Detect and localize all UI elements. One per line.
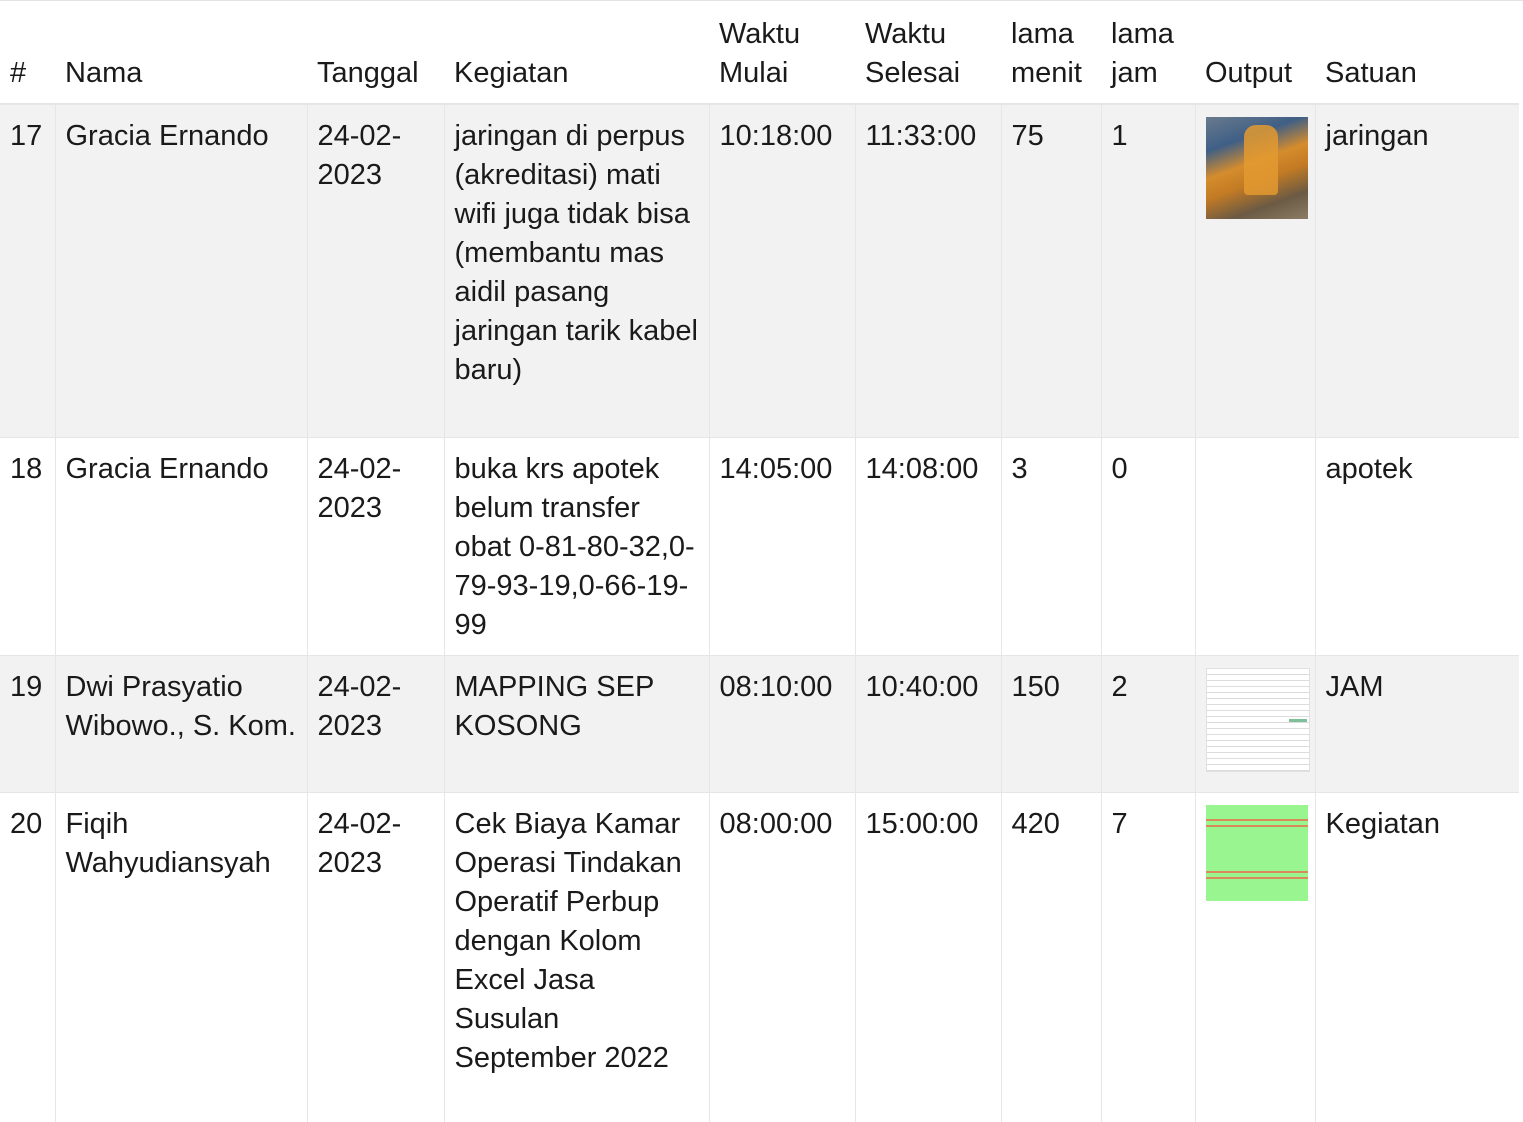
cell-lama-menit: 150 xyxy=(1001,655,1102,793)
cell-satuan: jaringan xyxy=(1315,104,1519,438)
cell-lama-menit: 420 xyxy=(1001,792,1102,1122)
cell-tanggal: 24-02-2023 xyxy=(307,437,445,656)
col-header-lama-menit[interactable]: lama menit xyxy=(1001,1,1101,105)
col-header-kegiatan[interactable]: Kegiatan xyxy=(444,1,709,105)
output-spreadsheet-thumbnail[interactable] xyxy=(1205,667,1310,772)
cell-num: 20 xyxy=(0,792,56,1122)
cell-waktu-mulai: 10:18:00 xyxy=(709,104,856,438)
cell-waktu-selesai: 11:33:00 xyxy=(855,104,1002,438)
cell-output xyxy=(1195,792,1316,1122)
col-header-output[interactable]: Output xyxy=(1195,1,1315,105)
table-row: 17 Gracia Ernando 24-02-2023 jaringan di… xyxy=(0,104,1519,438)
cell-tanggal: 24-02-2023 xyxy=(307,104,445,438)
col-header-waktu-selesai[interactable]: Waktu Selesai xyxy=(855,1,1001,105)
cell-lama-jam: 7 xyxy=(1101,792,1196,1122)
cell-output xyxy=(1195,437,1316,656)
cell-num: 17 xyxy=(0,104,56,438)
col-header-satuan[interactable]: Satuan xyxy=(1315,1,1519,105)
col-header-lama-jam[interactable]: lama jam xyxy=(1101,1,1195,105)
cell-satuan: apotek xyxy=(1315,437,1519,656)
cell-kegiatan: Cek Biaya Kamar Operasi Tindakan Operati… xyxy=(444,792,710,1122)
cell-nama: Gracia Ernando xyxy=(55,104,308,438)
col-header-waktu-mulai[interactable]: Waktu Mulai xyxy=(709,1,855,105)
cell-output xyxy=(1195,104,1316,438)
cell-waktu-selesai: 15:00:00 xyxy=(855,792,1002,1122)
cell-tanggal: 24-02-2023 xyxy=(307,792,445,1122)
thumbnail-stripe xyxy=(1205,824,1308,827)
cell-output xyxy=(1195,655,1316,793)
cell-waktu-mulai: 08:00:00 xyxy=(709,792,856,1122)
cell-lama-jam: 0 xyxy=(1101,437,1196,656)
cell-nama: Dwi Prasyatio Wibowo., S. Kom. xyxy=(55,655,308,793)
cell-waktu-mulai: 14:05:00 xyxy=(709,437,856,656)
cell-satuan: JAM xyxy=(1315,655,1519,793)
table-header-row: # Nama Tanggal Kegiatan Waktu Mulai Waktu… xyxy=(0,1,1519,105)
cell-nama: Gracia Ernando xyxy=(55,437,308,656)
cell-num: 19 xyxy=(0,655,56,793)
cell-num: 18 xyxy=(0,437,56,656)
cell-kegiatan: MAPPING SEP KOSONG xyxy=(444,655,710,793)
col-header-num[interactable]: # xyxy=(0,1,55,105)
output-green-sheet-thumbnail[interactable] xyxy=(1205,804,1308,901)
activity-table: # Nama Tanggal Kegiatan Waktu Mulai Waktu… xyxy=(0,1,1519,1122)
cell-tanggal: 24-02-2023 xyxy=(307,655,445,793)
cell-kegiatan: jaringan di perpus (akreditasi) mati wif… xyxy=(444,104,710,438)
cell-lama-menit: 3 xyxy=(1001,437,1102,656)
thumbnail-stripe xyxy=(1205,876,1308,879)
table-row: 18 Gracia Ernando 24-02-2023 buka krs ap… xyxy=(0,437,1519,656)
cell-lama-menit: 75 xyxy=(1001,104,1102,438)
cell-waktu-selesai: 10:40:00 xyxy=(855,655,1002,793)
cell-kegiatan: buka krs apotek belum transfer obat 0-81… xyxy=(444,437,710,656)
table-row: 20 Fiqih Wahyudiansyah 24-02-2023 Cek Bi… xyxy=(0,792,1519,1122)
col-header-nama[interactable]: Nama xyxy=(55,1,307,105)
col-header-tanggal[interactable]: Tanggal xyxy=(307,1,444,105)
thumbnail-stripe xyxy=(1205,870,1308,873)
cell-satuan: Kegiatan xyxy=(1315,792,1519,1122)
cell-waktu-selesai: 14:08:00 xyxy=(855,437,1002,656)
cell-waktu-mulai: 08:10:00 xyxy=(709,655,856,793)
cell-lama-jam: 1 xyxy=(1101,104,1196,438)
output-photo-thumbnail[interactable] xyxy=(1205,117,1308,219)
cell-lama-jam: 2 xyxy=(1101,655,1196,793)
thumbnail-stripe xyxy=(1205,818,1308,821)
cell-nama: Fiqih Wahyudiansyah xyxy=(55,792,308,1122)
table-row: 19 Dwi Prasyatio Wibowo., S. Kom. 24-02-… xyxy=(0,655,1519,793)
